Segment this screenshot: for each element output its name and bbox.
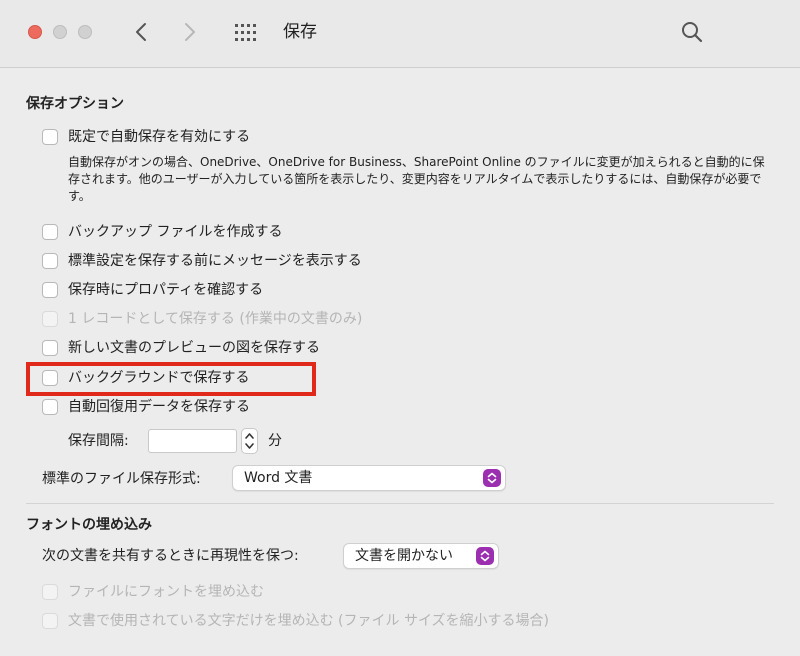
autorecover-checkbox-row[interactable]: 自動回復用データを保存する [42,396,250,418]
section-divider [26,503,774,504]
single-record-checkbox-row: 1 レコードとして保存する (作業中の文書のみ) [42,308,362,330]
preview-checkbox[interactable] [42,340,58,356]
preview-label: 新しい文書のプレビューの図を保存する [68,340,320,356]
chevron-left-icon [136,23,146,41]
single-record-checkbox [42,311,58,327]
autosave-checkbox-row[interactable]: 既定で自動保存を有効にする [42,126,250,148]
back-button[interactable] [131,20,153,44]
show-all-button[interactable] [234,22,256,44]
properties-checkbox[interactable] [42,282,58,298]
autosave-label: 既定で自動保存を有効にする [68,129,251,145]
embed-used-chars-label: 文書で使用されている文字だけを埋め込む (ファイル サイズを縮小する場合) [68,613,549,629]
properties-label: 保存時にプロパティを確認する [68,282,264,298]
embed-fonts-label: ファイルにフォントを埋め込む [68,584,264,600]
chevron-right-icon [185,23,195,41]
default-format-value: Word 文書 [244,470,313,486]
embed-used-chars-checkbox-row: 文書で使用されている文字だけを埋め込む (ファイル サイズを縮小する場合) [42,610,549,632]
highlight-box [26,362,316,396]
window-title: 保存 [283,22,317,42]
embed-fonts-checkbox-row: ファイルにフォントを埋め込む [42,581,264,603]
save-interval-label: 保存間隔: [68,433,129,449]
autosave-description: 自動保存がオンの場合、OneDrive、OneDrive for Busines… [68,155,765,203]
font-embedding-heading: フォントの埋め込み [26,517,152,533]
default-format-label: 標準のファイル保存形式: [42,471,201,487]
toolbar: 保存 [0,0,800,68]
embed-used-chars-checkbox [42,613,58,629]
default-format-popup[interactable]: Word 文書 [232,465,506,491]
zoom-window-button[interactable] [78,25,92,39]
single-record-label: 1 レコードとして保存する (作業中の文書のみ) [68,311,363,327]
backup-checkbox-row[interactable]: バックアップ ファイルを作成する [42,221,282,243]
fidelity-value: 文書を開かない [355,548,453,564]
save-interval-input[interactable] [148,429,237,453]
grid-icon [235,24,256,41]
forward-button[interactable] [178,20,200,44]
search-icon [682,22,703,43]
stepper-arrows-icon [245,433,254,449]
autorecover-label: 自動回復用データを保存する [68,399,250,415]
prompt-normal-checkbox[interactable] [42,253,58,269]
prompt-normal-label: 標準設定を保存する前にメッセージを表示する [68,253,362,269]
fidelity-label: 次の文書を共有するときに再現性を保つ: [42,548,299,564]
up-down-chevron-icon [483,469,501,487]
autorecover-checkbox[interactable] [42,399,58,415]
backup-checkbox[interactable] [42,224,58,240]
save-interval-stepper[interactable] [241,428,258,454]
prompt-normal-checkbox-row[interactable]: 標準設定を保存する前にメッセージを表示する [42,250,362,272]
minimize-window-button[interactable] [53,25,67,39]
preview-checkbox-row[interactable]: 新しい文書のプレビューの図を保存する [42,337,320,359]
search-button[interactable] [680,20,704,44]
autosave-checkbox[interactable] [42,129,58,145]
embed-fonts-checkbox [42,584,58,600]
fidelity-popup[interactable]: 文書を開かない [343,543,499,569]
properties-checkbox-row[interactable]: 保存時にプロパティを確認する [42,279,263,301]
backup-label: バックアップ ファイルを作成する [68,224,283,240]
close-window-button[interactable] [28,25,42,39]
save-options-heading: 保存オプション [26,96,124,112]
save-interval-unit: 分 [268,433,282,449]
up-down-chevron-icon [476,547,494,565]
